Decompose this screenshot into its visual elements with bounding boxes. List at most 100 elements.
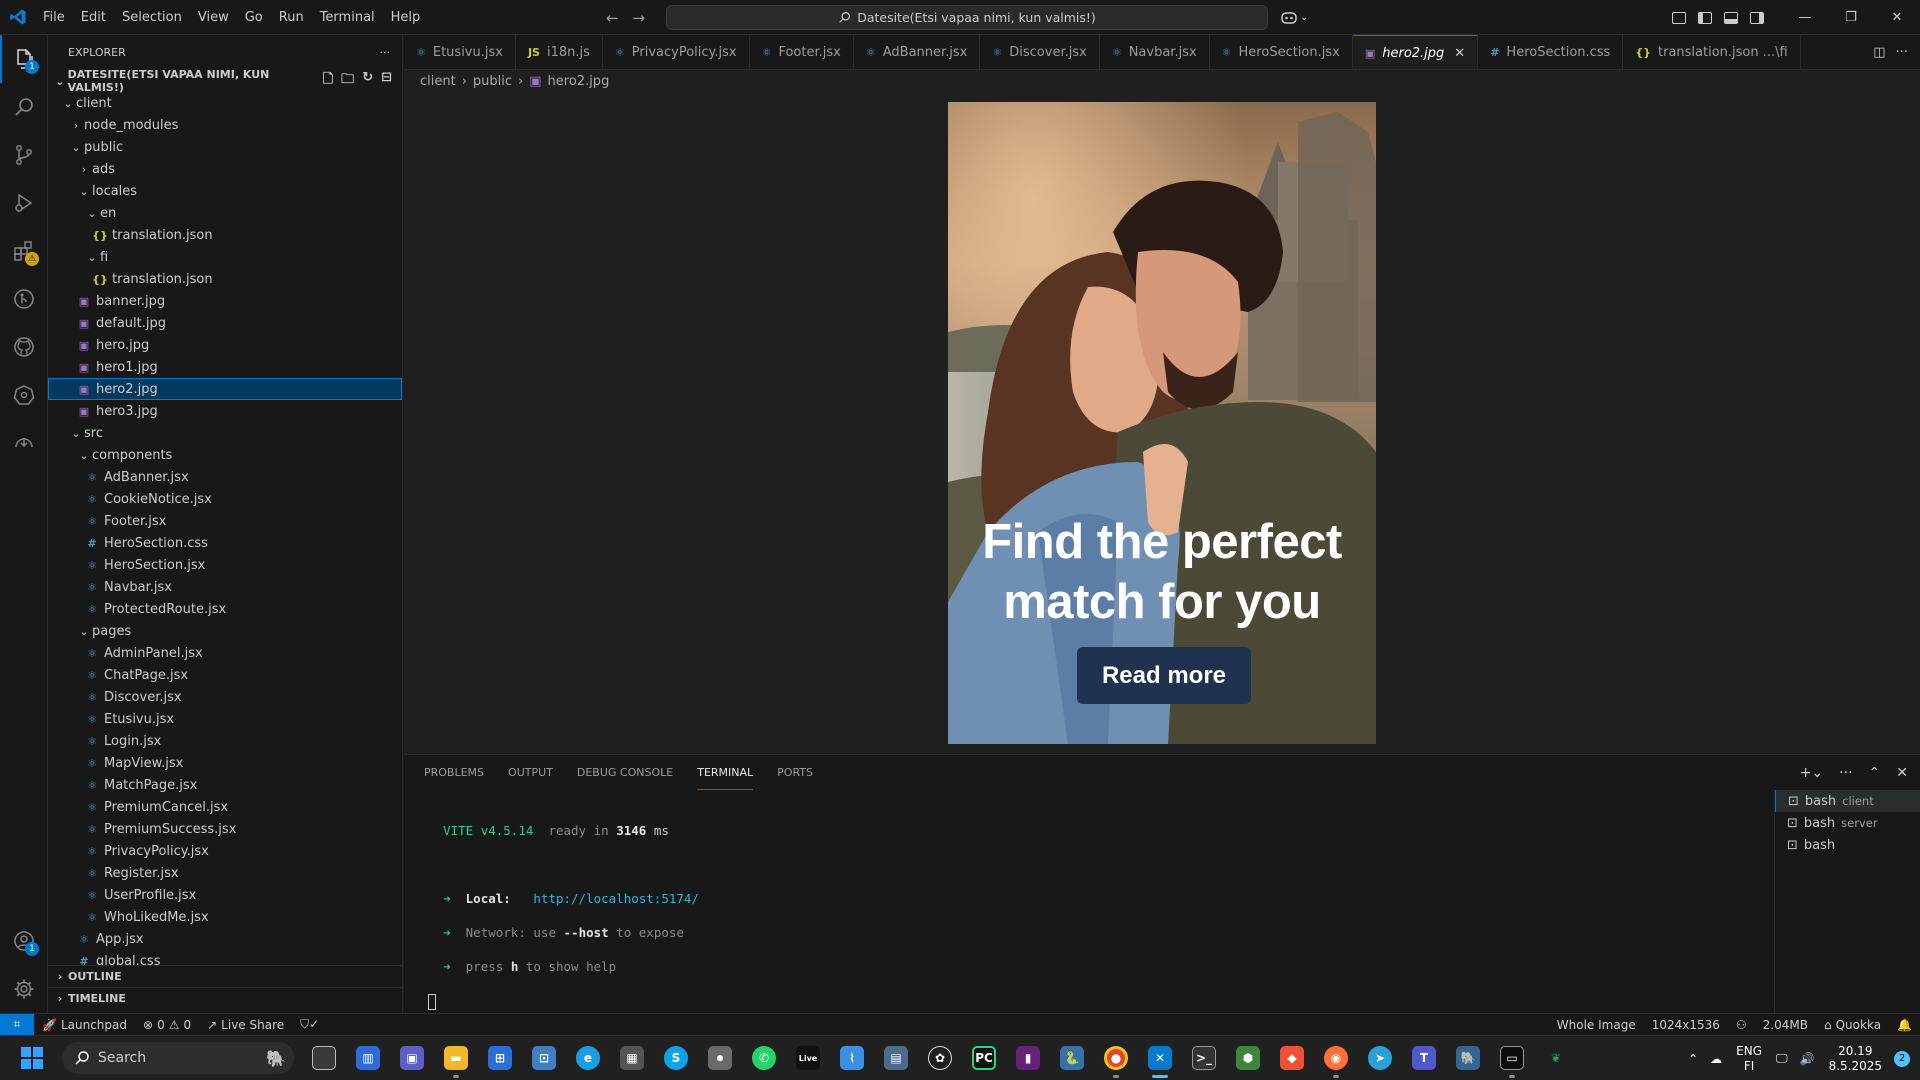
breadcrumb-item[interactable]: hero2.jpg [548,74,610,89]
tree-file[interactable]: ▣ hero1.jpg [48,356,402,378]
outline-section[interactable]: › OUTLINE [48,965,402,987]
live-share-status[interactable]: ↗ Live Share [199,1014,292,1036]
taskbar-search[interactable]: Search 🐘 [62,1042,294,1074]
collapse-all-icon[interactable]: ⊟ [381,70,392,92]
tree-folder[interactable]: ⌄ components [48,444,402,466]
terminal-instance[interactable]: ⊡ bash [1775,834,1920,856]
explorer-icon[interactable]: 1 [0,35,48,83]
menu-selection[interactable]: Selection [114,0,190,35]
more-actions-icon[interactable]: ··· [1896,45,1908,60]
notifications-bell-icon[interactable]: 🔔 [1889,1014,1920,1036]
timeline-section[interactable]: › TIMELINE [48,987,402,1009]
tree-file[interactable]: {} translation.json [48,268,402,290]
tab-output[interactable]: OUTPUT [508,755,553,790]
local-url[interactable]: http://localhost:5174/ [533,891,699,906]
tree-file[interactable]: {} translation.json [48,224,402,246]
blue-app-icon[interactable]: ⌇ [830,1036,874,1080]
copilot-icon[interactable]: ⌄ [1280,0,1308,35]
editor-tab[interactable]: # HeroSection.css [1478,35,1624,69]
tree-file[interactable]: ⚛ AdBanner.jsx [48,466,402,488]
close-window-icon[interactable]: ✕ [1874,0,1920,35]
tree-file[interactable]: ⚛ Register.jsx [48,862,402,884]
tree-folder[interactable]: ⌄ fi [48,246,402,268]
tree-file[interactable]: ⚛ Discover.jsx [48,686,402,708]
menu-help[interactable]: Help [383,0,429,35]
minimize-icon[interactable]: — [1782,0,1828,35]
tree-folder[interactable]: ⌄ src [48,422,402,444]
tree-file[interactable]: ⚛ Navbar.jsx [48,576,402,598]
menu-terminal[interactable]: Terminal [312,0,383,35]
widgets-icon[interactable]: ▥ [346,1036,390,1080]
checklist-status[interactable]: ⛉✓ [292,1014,327,1036]
tree-folder[interactable]: ⌄ en [48,202,402,224]
customize-layout-icon[interactable] [1666,0,1692,35]
maximize-panel-icon[interactable]: ⌃ [1869,765,1881,781]
editor-tab[interactable]: {} translation.json ...\fi [1623,35,1801,69]
cmd-icon[interactable]: ▭ [1490,1036,1534,1080]
toggle-panel-icon[interactable] [1718,0,1744,35]
notification-count-badge[interactable]: 2 [1894,1050,1910,1067]
new-file-icon[interactable]: 🗋 [323,70,333,92]
extensions-icon[interactable]: ⚠ [0,227,48,275]
terminal-instance[interactable]: ⊡ bash server [1775,812,1920,834]
terminal-instance[interactable]: ⊡ bash client [1775,790,1920,812]
tree-file[interactable]: ⚛ App.jsx [48,928,402,950]
menu-run[interactable]: Run [271,0,312,35]
hero-image[interactable]: Find the perfect match for you Read more [948,102,1376,744]
whatsapp-icon[interactable]: ✆ [742,1036,786,1080]
whole-image-status[interactable]: Whole Image [1549,1014,1644,1036]
tree-file[interactable]: ▣ hero2.jpg [48,378,402,400]
tab-problems[interactable]: PROBLEMS [424,755,484,790]
tree-folder[interactable]: ⌄ pages [48,620,402,642]
new-terminal-icon[interactable]: +⌄ [1800,765,1823,781]
tree-folder[interactable]: ⌄ client [48,92,402,114]
git-icon[interactable]: ◆ [1270,1036,1314,1080]
calculator-icon[interactable]: ▦ [610,1036,654,1080]
tree-file[interactable]: ⚛ MatchPage.jsx [48,774,402,796]
tree-file[interactable]: ▣ hero3.jpg [48,400,402,422]
pycharm-icon[interactable]: PC [962,1036,1006,1080]
menu-go[interactable]: Go [237,0,271,35]
tree-file[interactable]: ▣ hero.jpg [48,334,402,356]
menu-file[interactable]: File [35,0,73,35]
tree-file[interactable]: ⚛ HeroSection.jsx [48,554,402,576]
teams-chat-icon[interactable]: ▣ [390,1036,434,1080]
more-actions-icon[interactable]: ··· [380,46,391,59]
workspace-root[interactable]: ⌄ DATESITE(ETSI VAPAA NIMI, KUN VALMIS!)… [48,68,402,94]
postgres-icon[interactable]: 🐘 [1446,1036,1490,1080]
onedrive-icon[interactable]: ☁ [1704,1052,1728,1066]
command-center[interactable]: Datesite(Etsi vapaa nimi, kun valmis!) [666,5,1268,30]
microsoft-store-icon[interactable]: ⊞ [478,1036,522,1080]
task-view-icon[interactable] [302,1036,346,1080]
editor-tab[interactable]: ⚛ AdBanner.jsx [854,35,981,69]
close-tab-icon[interactable]: ✕ [1454,46,1465,61]
clock[interactable]: 20.19 8.5.2025 [1821,1044,1890,1074]
tree-folder[interactable]: ⌄ public [48,136,402,158]
copilot-status-icon[interactable]: ⚇ [1728,1014,1755,1036]
tree-file[interactable]: ⚛ AdminPanel.jsx [48,642,402,664]
tree-file[interactable]: ⚛ Etusivu.jsx [48,708,402,730]
tree-file[interactable]: ⚛ PremiumSuccess.jsx [48,818,402,840]
tree-file[interactable]: ⚛ MapView.jsx [48,752,402,774]
kubernetes-icon[interactable] [0,371,48,419]
quokka-status[interactable]: ⌂ Quokka [1816,1014,1889,1036]
search-activity-icon[interactable] [0,83,48,131]
editor-tab[interactable]: ⚛ HeroSection.jsx [1210,35,1353,69]
tree-file[interactable]: ▣ default.jpg [48,312,402,334]
tree-file[interactable]: ⚛ WhoLikedMe.jsx [48,906,402,928]
tree-folder[interactable]: › ads [48,158,402,180]
tree-file[interactable]: ⚛ CookieNotice.jsx [48,488,402,510]
remote-explorer-icon[interactable] [0,419,48,467]
close-panel-icon[interactable]: ✕ [1896,765,1908,781]
editor-tab[interactable]: ⚛ Footer.jsx [750,35,854,69]
terminal-icon[interactable]: >_ [1182,1036,1226,1080]
mongodb-icon[interactable]: ❦ [1534,1036,1578,1080]
restore-icon[interactable]: ❐ [1828,0,1874,35]
file-explorer-icon[interactable]: ▬ [434,1036,478,1080]
tab-debug-console[interactable]: DEBUG CONSOLE [577,755,673,790]
remote-desktop-icon[interactable]: ⊡ [522,1036,566,1080]
tab-ports[interactable]: PORTS [777,755,813,790]
editor-tab[interactable]: ⚛ PrivacyPolicy.jsx [603,35,750,69]
problems-status[interactable]: ⊗ 0 ⚠ 0 [135,1014,199,1036]
tree-file[interactable]: ⚛ ProtectedRoute.jsx [48,598,402,620]
